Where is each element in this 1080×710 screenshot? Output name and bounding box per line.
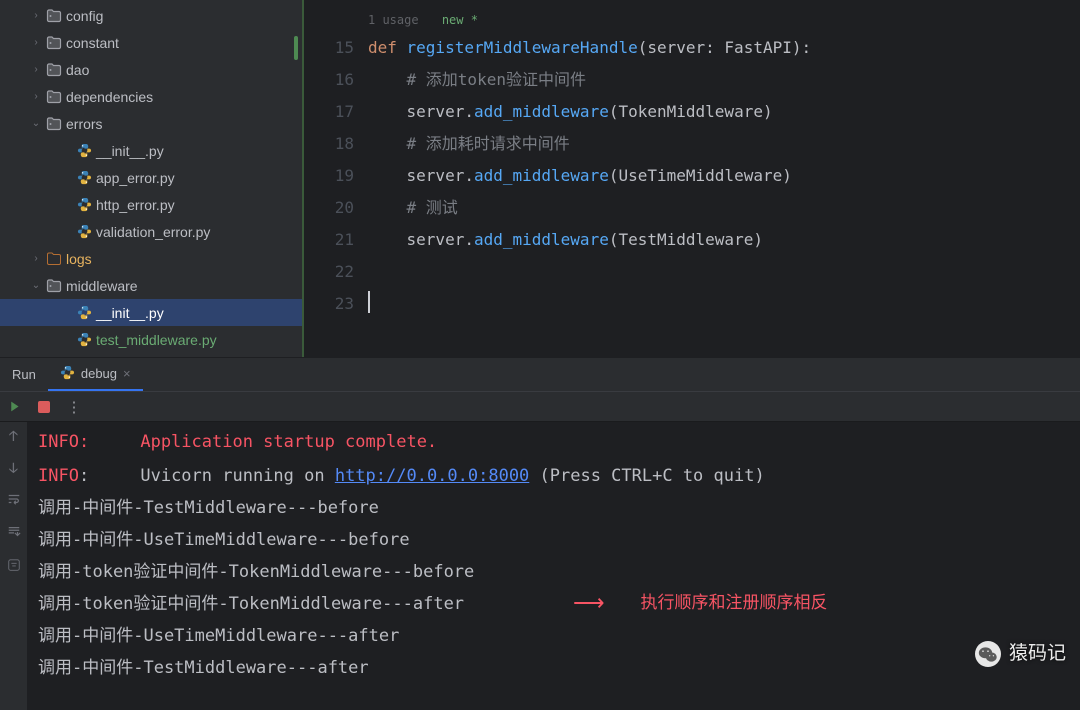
run-panel-label: Run xyxy=(0,367,48,382)
chevron-icon[interactable]: › xyxy=(28,64,44,75)
code-editor[interactable]: 151617181920212223 1 usage new * def reg… xyxy=(302,0,1080,357)
folder-icon xyxy=(44,62,64,78)
project-tree[interactable]: › config › constant › dao › dependencies ⌄ errors… xyxy=(0,0,302,357)
python-file-icon xyxy=(74,197,94,212)
tree-item-label: http_error.py xyxy=(94,197,175,213)
tree-item-label: validation_error.py xyxy=(94,224,210,240)
console-line: 调用-中间件-TestMiddleware---after xyxy=(38,652,1070,684)
tree-item-label: dependencies xyxy=(64,89,153,105)
folder-icon xyxy=(44,116,64,132)
tree-item-validation-error-py[interactable]: validation_error.py xyxy=(0,218,302,245)
wrap-icon[interactable] xyxy=(7,492,21,511)
editor-gutter: 151617181920212223 xyxy=(302,0,368,357)
tree-item-config[interactable]: › config xyxy=(0,2,302,29)
console-line: INFO: Uvicorn running on http://0.0.0.0:… xyxy=(38,460,1070,492)
python-icon xyxy=(60,365,75,383)
chevron-icon[interactable]: › xyxy=(28,253,44,264)
scroll-end-icon[interactable] xyxy=(7,525,21,544)
tree-item-http-error-py[interactable]: http_error.py xyxy=(0,191,302,218)
code-line[interactable]: # 添加耗时请求中间件 xyxy=(368,128,811,160)
python-file-icon xyxy=(74,170,94,185)
tree-item-label: constant xyxy=(64,35,119,51)
arrow-icon: ⟶ xyxy=(573,587,605,619)
code-line[interactable] xyxy=(368,288,811,320)
python-file-icon xyxy=(74,224,94,239)
run-panel-header: Run debug × xyxy=(0,358,1080,392)
console-line: INFO: Application startup complete. xyxy=(38,428,1070,460)
folder-icon xyxy=(44,89,64,105)
folder-icon xyxy=(44,8,64,24)
tree-item--init-py[interactable]: __init__.py xyxy=(0,137,302,164)
run-toolbar: ⋮ xyxy=(0,392,1080,422)
text-caret xyxy=(368,291,370,313)
tree-item-errors[interactable]: ⌄ errors xyxy=(0,110,302,137)
tree-item-label: dao xyxy=(64,62,89,78)
rerun-button[interactable] xyxy=(6,399,22,415)
down-icon[interactable]: ↓ xyxy=(9,460,17,478)
python-file-icon xyxy=(74,143,94,158)
tree-item-middleware[interactable]: ⌄ middleware xyxy=(0,272,302,299)
tree-item-label: app_error.py xyxy=(94,170,175,186)
console-actions: ↑ ↓ xyxy=(0,422,28,710)
code-line[interactable]: server.add_middleware(TokenMiddleware) xyxy=(368,96,811,128)
tree-item-label: test_middleware.py xyxy=(94,332,217,348)
console: ↑ ↓ INFO: Application startup complete.I… xyxy=(0,422,1080,710)
code-line[interactable]: def registerMiddlewareHandle(server: Fas… xyxy=(368,32,811,64)
tree-item-dependencies[interactable]: › dependencies xyxy=(0,83,302,110)
tree-item-app-error-py[interactable]: app_error.py xyxy=(0,164,302,191)
code-line[interactable]: server.add_middleware(TestMiddleware) xyxy=(368,224,811,256)
chevron-icon[interactable]: ⌄ xyxy=(28,118,44,129)
close-icon[interactable]: × xyxy=(123,366,131,381)
code-line[interactable]: # 添加token验证中间件 xyxy=(368,64,811,96)
chevron-icon[interactable]: › xyxy=(28,10,44,21)
tree-item-label: logs xyxy=(64,251,92,267)
tree-item-logs[interactable]: › logs xyxy=(0,245,302,272)
tree-item-test-middleware-py[interactable]: test_middleware.py xyxy=(0,326,302,353)
tree-item-label: __init__.py xyxy=(94,305,164,321)
chevron-icon[interactable]: › xyxy=(28,91,44,102)
tree-item-constant[interactable]: › constant xyxy=(0,29,302,56)
stop-button[interactable] xyxy=(36,399,52,415)
python-file-icon xyxy=(74,305,94,320)
console-line: 调用-token验证中间件-TokenMiddleware---after xyxy=(38,588,1070,620)
code-line[interactable]: # 测试 xyxy=(368,192,811,224)
watermark: 猿码记 xyxy=(975,638,1066,670)
chevron-icon[interactable]: › xyxy=(28,37,44,48)
console-line: 调用-token验证中间件-TokenMiddleware---before xyxy=(38,556,1070,588)
code-area[interactable]: def registerMiddlewareHandle(server: Fas… xyxy=(368,0,811,357)
tree-item-label: middleware xyxy=(64,278,138,294)
annotation: ⟶ 执行顺序和注册顺序相反 xyxy=(573,587,828,619)
wechat-icon xyxy=(975,641,1001,667)
folder-icon xyxy=(44,278,64,294)
tree-item-label: errors xyxy=(64,116,103,132)
annotation-text: 执行顺序和注册顺序相反 xyxy=(641,587,828,619)
run-tab-debug[interactable]: debug × xyxy=(48,358,143,391)
console-line: 调用-中间件-UseTimeMiddleware---before xyxy=(38,524,1070,556)
code-line[interactable] xyxy=(368,256,811,288)
top-pane: › config › constant › dao › dependencies ⌄ errors… xyxy=(0,0,1080,358)
console-line: 调用-中间件-TestMiddleware---before xyxy=(38,492,1070,524)
up-icon[interactable]: ↑ xyxy=(9,428,17,446)
folder-icon xyxy=(44,251,64,267)
console-output[interactable]: INFO: Application startup complete.INFO:… xyxy=(28,422,1080,710)
python-file-icon xyxy=(74,332,94,347)
more-icon[interactable]: ⋮ xyxy=(66,399,82,415)
tree-item-label: __init__.py xyxy=(94,143,164,159)
chevron-icon[interactable]: ⌄ xyxy=(28,280,44,291)
tree-item--init-py[interactable]: __init__.py xyxy=(0,299,302,326)
console-url[interactable]: http://0.0.0.0:8000 xyxy=(335,466,529,486)
tree-item-label: config xyxy=(64,8,103,24)
filter-icon[interactable] xyxy=(7,558,21,577)
folder-icon xyxy=(44,35,64,51)
code-line[interactable]: server.add_middleware(UseTimeMiddleware) xyxy=(368,160,811,192)
console-line: 调用-中间件-UseTimeMiddleware---after xyxy=(38,620,1070,652)
run-tab-label: debug xyxy=(81,366,117,381)
tree-item-dao[interactable]: › dao xyxy=(0,56,302,83)
watermark-text: 猿码记 xyxy=(1009,638,1066,670)
